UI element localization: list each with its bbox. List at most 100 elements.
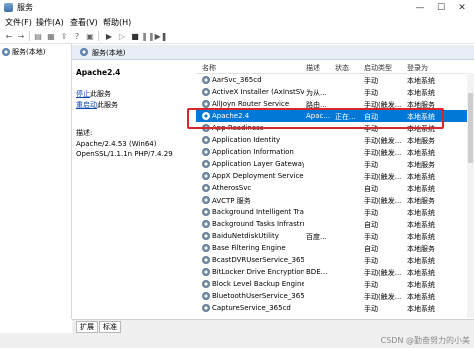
- cell-name: AppX Deployment Service ...: [212, 172, 304, 180]
- menu-action[interactable]: 操作(A): [36, 17, 64, 28]
- back-arrow-icon[interactable]: ←: [4, 31, 14, 41]
- service-gear-icon: [202, 160, 210, 168]
- description-line-1: Apache/2.4.53 (Win64): [76, 140, 157, 148]
- stop-link[interactable]: 停止: [76, 90, 90, 98]
- cell-logon-as: 本地系统: [407, 293, 435, 301]
- pane-header: 服务(本地): [72, 45, 474, 60]
- service-row[interactable]: CaptureService_365cd 手动 本地系统: [196, 302, 474, 314]
- cell-startup-type: 手动(触发...: [364, 137, 402, 145]
- column-header-startup-type[interactable]: 启动类型: [364, 63, 392, 73]
- menu-view[interactable]: 查看(V): [70, 17, 98, 28]
- cell-startup-type: 手动(触发...: [364, 269, 402, 277]
- list-header: 名称 描述 状态 启动类型 登录为: [196, 60, 474, 74]
- service-gear-icon: [202, 292, 210, 300]
- cell-startup-type: 手动: [364, 89, 378, 97]
- tab-extended[interactable]: 扩展: [76, 321, 98, 333]
- list-view-icon[interactable]: ▦: [46, 31, 56, 41]
- cell-startup-type: 手动: [364, 281, 378, 289]
- tab-standard[interactable]: 标准: [99, 321, 121, 333]
- cell-name: AllJoyn Router Service: [212, 100, 290, 108]
- restart-link[interactable]: 重启动: [76, 101, 97, 109]
- services-list: 名称 描述 状态 启动类型 登录为 AarSvc_365cd 手动 本地系统 Acti…: [196, 60, 474, 318]
- cell-name: Base Filtering Engine: [212, 244, 286, 252]
- service-row[interactable]: Background Tasks Infrastru... 自动 本地系统: [196, 218, 474, 230]
- service-row[interactable]: BluetoothUserService_365... 手动(触发... 本地系统: [196, 290, 474, 302]
- vertical-scrollbar[interactable]: [467, 73, 474, 318]
- menu-help[interactable]: 帮助(H): [103, 17, 131, 28]
- service-row[interactable]: Block Level Backup Engine ... 手动 本地系统: [196, 278, 474, 290]
- play-alt-icon[interactable]: ▷: [117, 31, 127, 41]
- cell-name: AVCTP 服务: [212, 197, 251, 205]
- cell-name: AarSvc_365cd: [212, 76, 262, 84]
- help-icon[interactable]: ?: [72, 31, 82, 41]
- restart-service-line: 重启动此服务: [76, 100, 118, 110]
- cell-name: BitLocker Drive Encryption ...: [212, 268, 304, 276]
- maximize-button[interactable]: ☐: [431, 0, 451, 16]
- service-row[interactable]: Application Layer Gateway ... 手动 本地服务: [196, 158, 474, 170]
- title-bar: 服务 — ☐ ✕: [0, 0, 474, 16]
- service-gear-icon: [202, 220, 210, 228]
- service-row[interactable]: ActiveX Installer (AxInstSV) 为从... 手动 本地系统: [196, 86, 474, 98]
- cell-logon-as: 本地系统: [407, 173, 435, 181]
- stop-service-line: 停止此服务: [76, 89, 111, 99]
- service-gear-icon: [202, 172, 210, 180]
- description-text: Apache/2.4.53 (Win64) OpenSSL/1.1.1n PHP…: [76, 139, 186, 159]
- service-row[interactable]: Application Identity 手动(触发... 本地服务: [196, 134, 474, 146]
- scrollbar-thumb[interactable]: [468, 93, 473, 163]
- tree-item-services-local[interactable]: 服务(本地): [2, 47, 45, 57]
- cell-logon-as: 本地服务: [407, 137, 435, 145]
- service-row[interactable]: Application Information 手动(触发... 本地系统: [196, 146, 474, 158]
- properties-icon[interactable]: ▣: [85, 31, 95, 41]
- restart-icon[interactable]: ▶❚: [155, 31, 168, 41]
- cell-name: Block Level Backup Engine ...: [212, 280, 304, 288]
- cell-startup-type: 手动: [364, 209, 378, 217]
- service-row[interactable]: AppX Deployment Service ... 手动(触发... 本地系统: [196, 170, 474, 182]
- cell-name: BaiduNetdiskUtility: [212, 232, 279, 240]
- service-row[interactable]: BaiduNetdiskUtility 百度... 手动 本地系统: [196, 230, 474, 242]
- pause-icon[interactable]: ❚❚: [141, 31, 154, 41]
- cell-startup-type: 手动: [364, 233, 378, 241]
- cell-startup-type: 手动: [364, 161, 378, 169]
- close-button[interactable]: ✕: [452, 0, 472, 16]
- service-gear-icon: [202, 184, 210, 192]
- play-icon[interactable]: ▶: [104, 31, 114, 41]
- stop-icon[interactable]: ■: [130, 31, 140, 41]
- cell-startup-type: 自动: [364, 221, 378, 229]
- column-header-logon-as[interactable]: 登录为: [407, 63, 428, 73]
- menu-file[interactable]: 文件(F): [5, 17, 32, 28]
- cell-name: Background Intelligent Tra...: [212, 208, 304, 216]
- cell-startup-type: 自动: [364, 245, 378, 253]
- service-row[interactable]: Background Intelligent Tra... 手动 本地系统: [196, 206, 474, 218]
- export-icon[interactable]: ⇪: [59, 31, 69, 41]
- service-gear-icon: [202, 280, 210, 288]
- minimize-button[interactable]: —: [410, 0, 430, 16]
- cell-name: BcastDVRUserService_365...: [212, 256, 304, 264]
- service-row[interactable]: AVCTP 服务 手动(触发... 本地服务: [196, 194, 474, 206]
- forward-arrow-icon[interactable]: →: [16, 31, 26, 41]
- service-gear-icon: [202, 88, 210, 96]
- cell-logon-as: 本地系统: [407, 269, 435, 277]
- column-header-description[interactable]: 描述: [306, 63, 320, 73]
- cell-logon-as: 本地服务: [407, 245, 435, 253]
- restart-suffix: 此服务: [97, 101, 118, 109]
- cell-description: 百度...: [306, 233, 327, 241]
- service-row[interactable]: Base Filtering Engine 自动 本地服务: [196, 242, 474, 254]
- cell-name: Application Identity: [212, 136, 281, 144]
- service-row[interactable]: AtherosSvc 自动 本地系统: [196, 182, 474, 194]
- cell-logon-as: 本地系统: [407, 77, 435, 85]
- cell-startup-type: 手动: [364, 77, 378, 85]
- cell-logon-as: 本地系统: [407, 281, 435, 289]
- cell-logon-as: 本地系统: [407, 185, 435, 193]
- service-row[interactable]: AarSvc_365cd 手动 本地系统: [196, 74, 474, 86]
- cell-description: 为从...: [306, 89, 327, 97]
- cell-logon-as: 本地系统: [407, 233, 435, 241]
- console-tree-icon[interactable]: ▤: [33, 31, 43, 41]
- service-gear-icon: [202, 244, 210, 252]
- service-gear-icon: [202, 268, 210, 276]
- service-row[interactable]: BcastDVRUserService_365... 手动 本地系统: [196, 254, 474, 266]
- column-header-name[interactable]: 名称: [202, 63, 216, 73]
- column-header-status[interactable]: 状态: [335, 63, 349, 73]
- service-row[interactable]: BitLocker Drive Encryption ... BDE... 手动(触…: [196, 266, 474, 278]
- toolbar: ← → ▤ ▦ ⇪ ? ▣ ▶ ▷ ■ ❚❚ ▶❚: [0, 29, 474, 44]
- cell-startup-type: 手动(触发...: [364, 293, 402, 301]
